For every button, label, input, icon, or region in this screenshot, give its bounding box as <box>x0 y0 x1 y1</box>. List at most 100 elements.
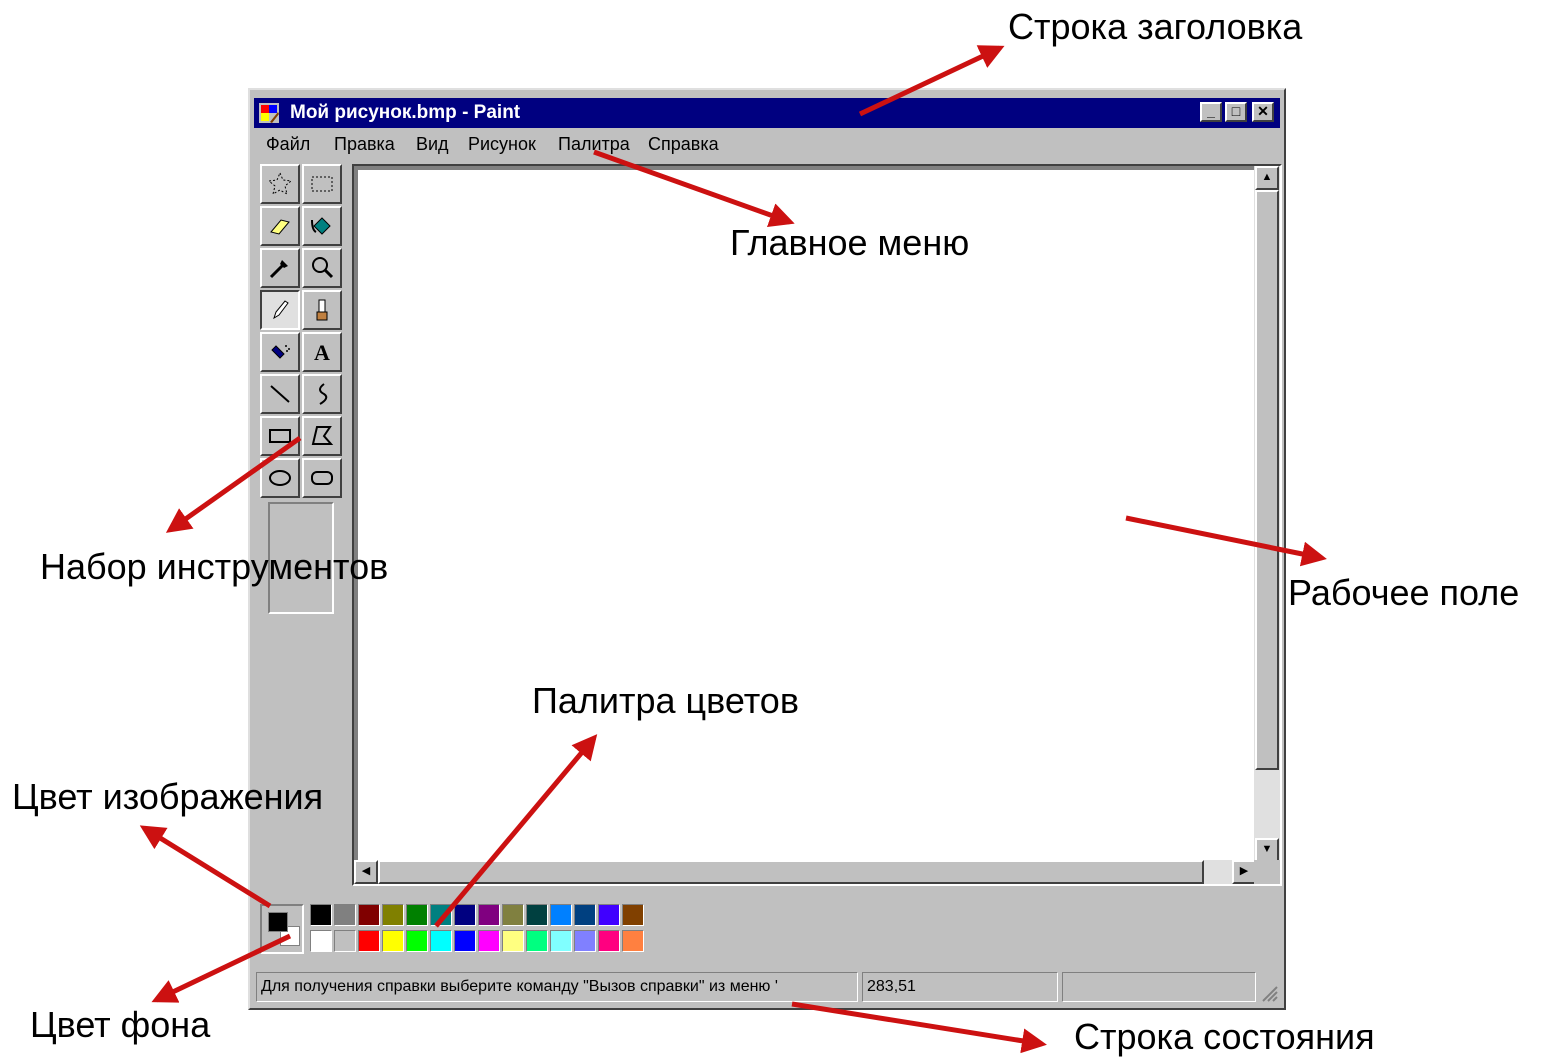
palette-swatch[interactable] <box>454 930 476 952</box>
rect-select-icon <box>311 176 333 192</box>
tool-pencil[interactable] <box>260 290 300 330</box>
color-indicator[interactable] <box>260 904 304 954</box>
horizontal-scroll-thumb[interactable] <box>378 860 1204 884</box>
rounded-rect-icon <box>311 471 333 485</box>
arrow-status-bar <box>791 1001 1047 1054</box>
free-form-select-icon <box>267 171 293 196</box>
rectangle-icon <box>269 429 291 443</box>
scrollbar-corner <box>1254 860 1280 884</box>
scroll-up-button[interactable]: ▲ <box>1255 166 1279 190</box>
eyedropper-icon <box>269 260 288 279</box>
tool-brush[interactable] <box>302 290 342 330</box>
palette-swatch[interactable] <box>382 930 404 952</box>
curve-icon <box>319 383 328 405</box>
palette-swatch[interactable] <box>430 930 452 952</box>
status-help-text: Для получения справки выберите команду "… <box>256 972 858 1002</box>
pencil-icon <box>273 300 289 320</box>
text-icon: A <box>314 340 330 365</box>
tool-ellipse[interactable] <box>260 458 300 498</box>
foreground-color-swatch[interactable] <box>268 912 288 932</box>
vertical-scroll-thumb[interactable] <box>1255 190 1279 770</box>
palette-swatch[interactable] <box>550 930 572 952</box>
palette-swatch[interactable] <box>478 930 500 952</box>
palette-swatch[interactable] <box>526 904 548 926</box>
label-toolbox: Набор инструментов <box>40 546 389 587</box>
tool-polygon[interactable] <box>302 416 342 456</box>
menu-edit[interactable]: Правка <box>334 134 395 155</box>
line-icon <box>270 385 290 403</box>
tool-rectangle[interactable] <box>260 416 300 456</box>
palette-swatch[interactable] <box>526 930 548 952</box>
tool-free-form-select[interactable] <box>260 164 300 204</box>
palette-swatch[interactable] <box>334 904 356 926</box>
polygon-icon <box>311 426 334 445</box>
fill-bucket-icon <box>311 217 331 235</box>
palette-swatch[interactable] <box>358 930 380 952</box>
tool-line[interactable] <box>260 374 300 414</box>
palette-swatch[interactable] <box>622 930 644 952</box>
resize-grip-icon[interactable] <box>1260 984 1278 1002</box>
palette-swatch[interactable] <box>478 904 500 926</box>
tool-curve[interactable] <box>302 374 342 414</box>
horizontal-scrollbar[interactable]: ◀ ▶ <box>354 860 1256 884</box>
close-button[interactable]: ✕ <box>1252 102 1274 122</box>
palette-swatch[interactable] <box>358 904 380 926</box>
status-bar: Для получения справки выберите команду "… <box>254 970 1280 1004</box>
palette-swatch[interactable] <box>502 904 524 926</box>
palette-swatch[interactable] <box>622 904 644 926</box>
status-coordinates: 283,51 <box>862 972 1058 1002</box>
palette-swatch[interactable] <box>334 930 356 952</box>
tool-eraser[interactable] <box>260 206 300 246</box>
label-main-menu: Главное меню <box>730 222 970 263</box>
palette-swatch[interactable] <box>598 930 620 952</box>
menu-file[interactable]: Файл <box>266 134 310 155</box>
palette-swatch[interactable] <box>430 904 452 926</box>
tool-eyedropper[interactable] <box>260 248 300 288</box>
drawing-canvas[interactable] <box>358 170 1256 860</box>
palette-swatch[interactable] <box>574 904 596 926</box>
toolbox: A <box>260 164 344 502</box>
tool-rect-select[interactable] <box>302 164 342 204</box>
airbrush-icon <box>271 345 290 359</box>
palette-swatch[interactable] <box>550 904 572 926</box>
label-image-color: Цвет изображения <box>12 776 324 817</box>
maximize-button[interactable]: □ <box>1225 102 1247 122</box>
workspace: ▲ ▼ ◀ ▶ <box>352 164 1282 886</box>
color-palette <box>254 894 1280 966</box>
brush-icon <box>316 299 328 321</box>
palette-swatch[interactable] <box>406 904 428 926</box>
tool-fill[interactable] <box>302 206 342 246</box>
label-workspace: Рабочее поле <box>1288 572 1520 613</box>
scroll-left-button[interactable]: ◀ <box>354 860 378 884</box>
palette-swatch[interactable] <box>310 930 332 952</box>
vertical-scrollbar[interactable]: ▲ ▼ <box>1254 166 1280 862</box>
menu-image[interactable]: Рисунок <box>468 134 536 155</box>
scroll-right-button[interactable]: ▶ <box>1232 860 1256 884</box>
title-bar[interactable]: Мой рисунок.bmp - Paint _ □ ✕ <box>254 98 1280 128</box>
paint-app-icon <box>259 103 279 123</box>
menu-palette[interactable]: Палитра <box>558 134 630 155</box>
palette-swatch[interactable] <box>598 904 620 926</box>
palette-swatch[interactable] <box>502 930 524 952</box>
palette-swatch[interactable] <box>382 904 404 926</box>
status-size <box>1062 972 1256 1002</box>
menu-help[interactable]: Справка <box>648 134 719 155</box>
ellipse-icon <box>269 470 291 486</box>
tool-airbrush[interactable] <box>260 332 300 372</box>
window-title: Мой рисунок.bmp - Paint <box>290 102 521 123</box>
label-background-color: Цвет фона <box>30 1004 211 1045</box>
palette-swatch[interactable] <box>406 930 428 952</box>
scroll-down-button[interactable]: ▼ <box>1255 838 1279 862</box>
label-status-bar: Строка состояния <box>1074 1016 1375 1057</box>
tool-magnifier[interactable] <box>302 248 342 288</box>
palette-swatch[interactable] <box>574 930 596 952</box>
tool-rounded-rect[interactable] <box>302 458 342 498</box>
palette-swatch[interactable] <box>310 904 332 926</box>
eraser-icon <box>270 219 290 235</box>
menu-view[interactable]: Вид <box>416 134 449 155</box>
tool-text[interactable]: A <box>302 332 342 372</box>
label-title-bar: Строка заголовка <box>1008 6 1303 47</box>
palette-swatch[interactable] <box>454 904 476 926</box>
minimize-button[interactable]: _ <box>1200 102 1222 122</box>
magnifier-icon <box>312 257 334 279</box>
